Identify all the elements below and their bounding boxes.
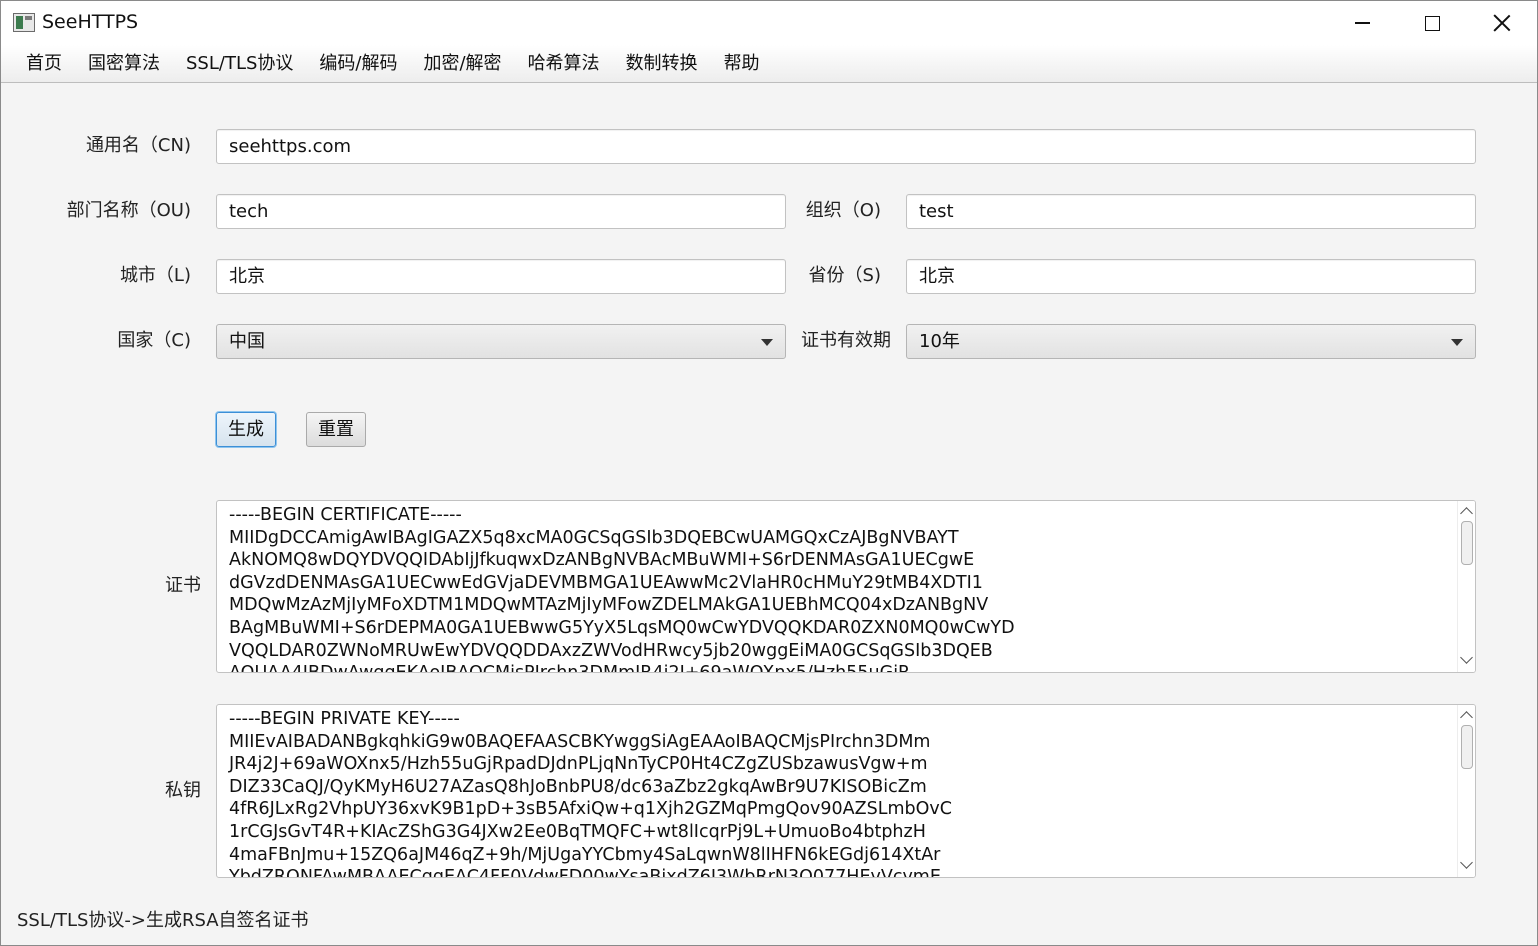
maximize-button[interactable] [1397, 1, 1467, 45]
menu-item-hash[interactable]: 哈希算法 [515, 45, 613, 83]
menu-item-encode-decode[interactable]: 编码/解码 [306, 45, 410, 83]
certificate-text: -----BEGIN CERTIFICATE----- MIIDgDCCAmig… [229, 505, 1015, 672]
country-select-value: 中国 [229, 331, 265, 352]
country-select[interactable]: 中国 [216, 324, 786, 359]
validity-select-value: 10年 [919, 331, 960, 352]
menu-bar: 首页 国密算法 SSL/TLS协议 编码/解码 加密/解密 哈希算法 数制转换 … [1, 45, 1537, 83]
l-input[interactable]: 北京 [216, 259, 786, 294]
title-bar: SeeHTTPS [1, 1, 1537, 45]
generate-button[interactable]: 生成 [216, 412, 276, 447]
private-key-scrollbar[interactable] [1457, 705, 1475, 877]
app-window: SeeHTTPS 首页 国密算法 SSL/TLS协议 编码/解码 加密/解密 哈… [0, 0, 1538, 946]
validity-label: 证书有效期 [801, 330, 891, 351]
certificate-scrollbar[interactable] [1457, 501, 1475, 672]
c-label: 国家（C) [117, 330, 191, 351]
reset-button[interactable]: 重置 [306, 412, 366, 447]
app-icon [13, 13, 35, 32]
minimize-icon [1354, 22, 1370, 24]
private-key-text: -----BEGIN PRIVATE KEY----- MIIEvAIBADAN… [229, 709, 952, 878]
minimize-button[interactable] [1327, 1, 1397, 45]
menu-item-home[interactable]: 首页 [13, 45, 75, 83]
menu-item-sm-algorithms[interactable]: 国密算法 [75, 45, 173, 83]
s-label: 省份（S) [808, 265, 881, 286]
close-button[interactable] [1467, 1, 1537, 45]
maximize-icon [1424, 15, 1440, 31]
menu-item-help[interactable]: 帮助 [711, 45, 773, 83]
cn-label: 通用名（CN) [85, 135, 191, 156]
scroll-down-icon[interactable] [1460, 651, 1473, 664]
close-icon [1493, 14, 1511, 32]
scroll-up-icon[interactable] [1460, 507, 1473, 520]
private-key-label: 私钥 [165, 780, 201, 801]
l-label: 城市（L) [119, 265, 191, 286]
scroll-thumb[interactable] [1461, 725, 1473, 769]
cn-input[interactable]: seehttps.com [216, 129, 1476, 164]
scroll-thumb[interactable] [1461, 521, 1473, 565]
menu-item-encrypt-decrypt[interactable]: 加密/解密 [410, 45, 514, 83]
o-input[interactable]: test [906, 194, 1476, 229]
window-title: SeeHTTPS [42, 11, 139, 33]
o-label: 组织（O) [805, 200, 881, 221]
ou-input[interactable]: tech [216, 194, 786, 229]
scroll-up-icon[interactable] [1460, 711, 1473, 724]
chevron-down-icon [761, 339, 773, 346]
scroll-down-icon[interactable] [1460, 856, 1473, 869]
menu-item-base-conversion[interactable]: 数制转换 [613, 45, 711, 83]
validity-select[interactable]: 10年 [906, 324, 1476, 359]
s-input[interactable]: 北京 [906, 259, 1476, 294]
private-key-textarea[interactable]: -----BEGIN PRIVATE KEY----- MIIEvAIBADAN… [216, 704, 1476, 878]
ou-label: 部门名称（OU) [66, 200, 191, 221]
menu-item-ssl-tls[interactable]: SSL/TLS协议 [173, 45, 306, 83]
status-text: SSL/TLS协议->生成RSA自签名证书 [17, 910, 309, 931]
certificate-textarea[interactable]: -----BEGIN CERTIFICATE----- MIIDgDCCAmig… [216, 500, 1476, 673]
chevron-down-icon [1451, 339, 1463, 346]
certificate-label: 证书 [165, 575, 201, 596]
